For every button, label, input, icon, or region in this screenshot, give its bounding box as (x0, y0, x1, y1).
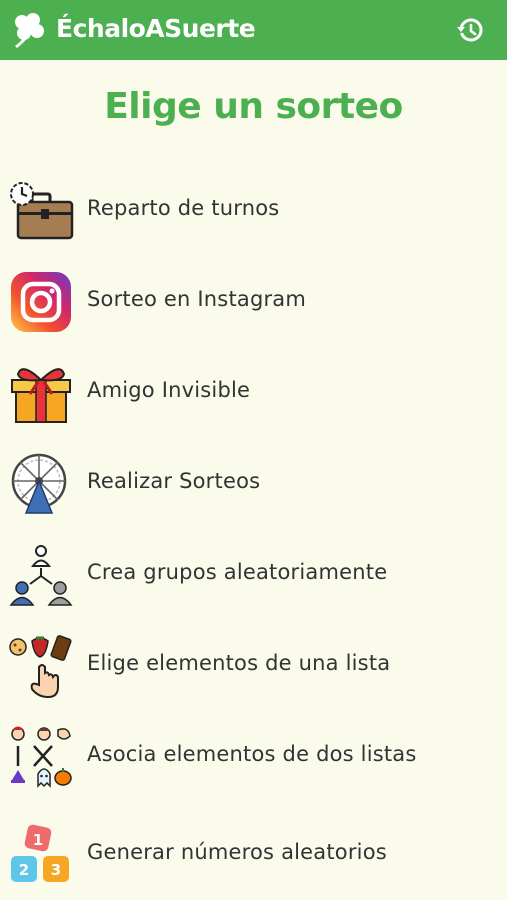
menu-item-asocia-elementos[interactable]: Asocia elementos de dos listas (0, 710, 507, 798)
menu-item-amigo-invisible[interactable]: Amigo Invisible (0, 346, 507, 434)
svg-text:3: 3 (51, 861, 61, 879)
menu-item-generar-numeros[interactable]: 1 2 3 Generar números aleatorios (0, 808, 507, 896)
gift-icon (11, 368, 71, 423)
menu-item-label: Amigo Invisible (87, 378, 251, 402)
menu-item-label: Asocia elementos de dos listas (87, 742, 417, 766)
svg-text:1: 1 (33, 831, 43, 849)
menu-item-reparto-de-turnos[interactable]: Reparto de turnos (0, 164, 507, 252)
people-groups-icon (9, 545, 73, 606)
app-header: ÉchaloASuerte (0, 0, 507, 60)
menu-item-label: Reparto de turnos (87, 196, 280, 220)
menu-item-label: Elige elementos de una lista (87, 651, 391, 675)
svg-text:2: 2 (19, 861, 29, 879)
history-icon (457, 18, 483, 42)
menu-item-label: Sorteo en Instagram (87, 287, 307, 311)
page-title: Elige un sorteo (104, 86, 403, 127)
lottery-drum-icon (11, 453, 67, 514)
menu-item-elige-elementos[interactable]: Elige elementos de una lista (0, 619, 507, 707)
menu-item-label: Realizar Sorteos (87, 469, 261, 493)
menu-item-realizar-sorteos[interactable]: Realizar Sorteos (0, 437, 507, 525)
instagram-icon (11, 272, 71, 332)
history-button[interactable] (454, 14, 486, 46)
number-dice-icon: 1 2 3 (11, 824, 69, 882)
briefcase-clock-icon (10, 182, 74, 240)
menu-item-sorteo-en-instagram[interactable]: Sorteo en Instagram (0, 255, 507, 343)
menu-item-label: Crea grupos aleatoriamente (87, 560, 388, 584)
menu-item-label: Generar números aleatorios (87, 840, 387, 864)
match-lists-icon (11, 726, 72, 788)
clover-icon (15, 13, 44, 48)
hand-pointer-items-icon (9, 635, 72, 699)
menu-item-crea-grupos[interactable]: Crea grupos aleatoriamente (0, 528, 507, 616)
app-title: ÉchaloASuerte (56, 14, 256, 43)
